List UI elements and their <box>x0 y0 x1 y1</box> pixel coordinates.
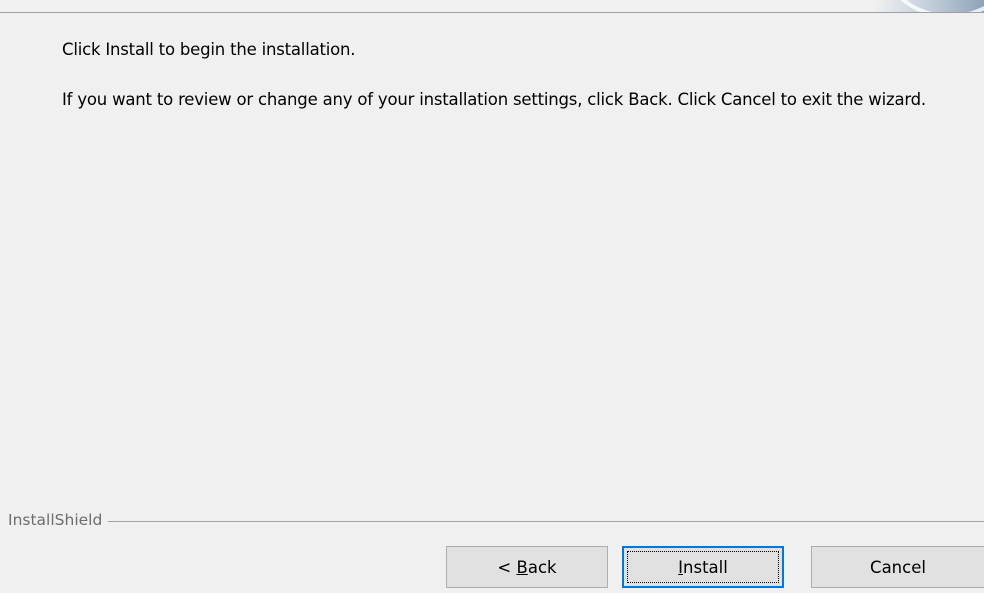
header-divider <box>0 0 984 13</box>
install-button[interactable]: Install <box>622 546 784 588</box>
focus-rectangle <box>627 551 779 583</box>
banner-graphic <box>874 0 984 12</box>
cancel-button[interactable]: Cancel <box>811 546 984 588</box>
back-button-prefix: < <box>497 557 517 577</box>
banner-arc <box>886 0 984 12</box>
back-button[interactable]: < Back <box>446 546 608 588</box>
instruction-text: Click Install to begin the installation. <box>62 40 356 59</box>
installshield-brand: InstallShield <box>8 510 109 530</box>
instruction-details: If you want to review or change any of y… <box>62 90 926 109</box>
back-button-label: ack <box>527 557 557 577</box>
dialog-content: Click Install to begin the installation.… <box>0 13 984 513</box>
back-button-mnemonic: B <box>516 557 528 577</box>
footer-divider <box>8 521 984 522</box>
